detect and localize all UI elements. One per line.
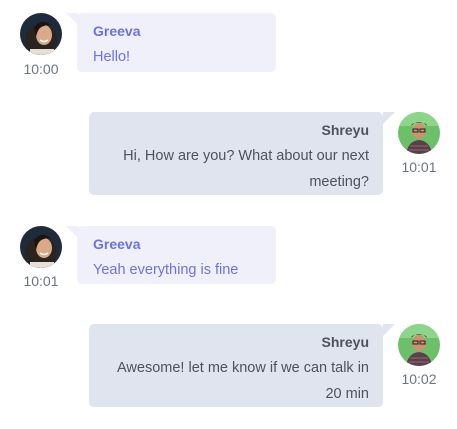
message-text-line: Hi, How are you? What about our next: [123, 148, 369, 164]
message-time: 10:01: [23, 273, 59, 289]
sender-name: Greeva: [93, 23, 141, 39]
sender-name: Greeva: [93, 236, 141, 252]
message-text-line: meeting?: [309, 174, 369, 190]
greeva-avatar-icon[interactable]: [20, 226, 62, 268]
message-time: 10:02: [401, 371, 437, 387]
bubble-tail: [383, 324, 395, 336]
bubble-tail: [383, 112, 395, 124]
message-bubble: Greeva Yeah everything is fine: [77, 226, 276, 284]
message-text-line: Awesome! let me know if we can talk in: [117, 360, 369, 376]
message-text: Hello!: [93, 49, 131, 65]
shreyu-avatar-icon[interactable]: [398, 112, 440, 154]
sender-name: Shreyu: [321, 122, 369, 138]
sender-name: Shreyu: [321, 334, 369, 350]
message-time: 10:01: [401, 159, 437, 175]
message-bubble: Shreyu Awesome! let me know if we can ta…: [89, 324, 383, 407]
message-text-line: 20 min: [325, 386, 369, 402]
greeva-avatar-icon[interactable]: [20, 13, 62, 55]
message-text: Hi, How are you? What about our next mee…: [103, 143, 369, 195]
message-text: Awesome! let me know if we can talk in 2…: [103, 355, 369, 407]
chat-conversation: 10:00 Greeva Hello! Shreyu Hi, How are y…: [0, 0, 457, 429]
shreyu-avatar-icon[interactable]: [398, 324, 440, 366]
message-text: Yeah everything is fine: [93, 262, 239, 278]
message-bubble: Greeva Hello!: [77, 13, 276, 72]
message-time: 10:00: [23, 61, 59, 77]
message-bubble: Shreyu Hi, How are you? What about our n…: [89, 112, 383, 195]
